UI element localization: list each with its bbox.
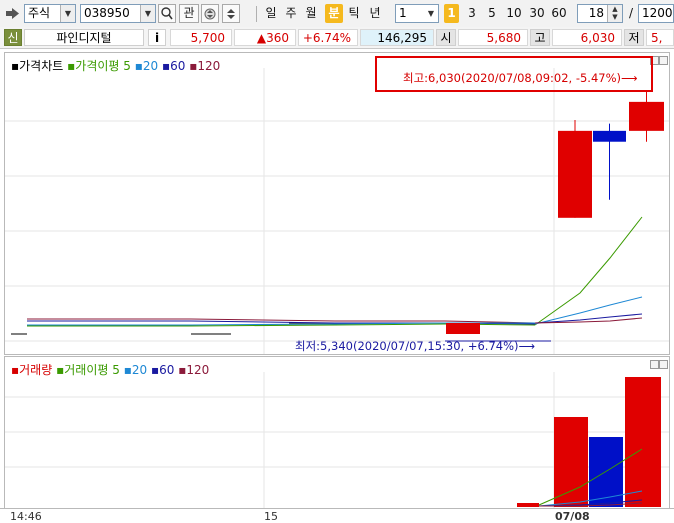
volume-chart-panel[interactable]: ▪거래량 ▪거래이평 5 ▪20 ▪60 ▪120	[4, 356, 670, 509]
total-count-value: 1200	[642, 6, 673, 20]
high-annotation-text: 최고:6,030(2020/07/08,09:02, -5.47%)⟶	[403, 71, 638, 85]
high-label: 고	[530, 29, 550, 46]
x-axis-label: 15	[264, 510, 278, 523]
price-chart-svg: 최고:6,030(2020/07/08,09:02, -5.47%)⟶ 최저:5…	[5, 56, 669, 354]
sync-icon	[204, 8, 216, 20]
toolbar-separator	[256, 6, 257, 22]
low-label: 저	[624, 29, 644, 46]
tab-period-tick[interactable]: 틱	[346, 4, 362, 23]
open-label: 시	[436, 29, 456, 46]
up-down-arrows-icon	[227, 9, 235, 19]
stock-code-value: 038950	[84, 6, 130, 20]
sync-button[interactable]	[201, 4, 219, 23]
chevron-down-icon: ▼	[60, 5, 75, 22]
updown-stepper[interactable]	[222, 4, 240, 23]
price-change-pct: +6.74%	[298, 29, 358, 46]
candle-body	[629, 101, 664, 131]
interval-select[interactable]: 1 ▼	[395, 4, 439, 23]
info-button[interactable]: i	[148, 29, 166, 46]
x-axis-label: 07/08	[555, 510, 590, 523]
market-select-value: 주식	[28, 6, 51, 20]
x-axis: 14:46 15 07/08	[0, 508, 674, 523]
tab-period-year[interactable]: 년	[366, 4, 384, 23]
price-chart-panel[interactable]: ▪가격차트 ▪가격이평 5 ▪20 ▪60 ▪120 최고:6,030(2020…	[4, 52, 670, 355]
stock-code-input[interactable]: 038950 ▼	[80, 4, 156, 23]
search-button[interactable]	[158, 4, 176, 23]
open-price: 5,680	[458, 29, 528, 46]
count-value: 18	[588, 6, 604, 20]
total-count-input[interactable]: 1200	[638, 4, 674, 23]
market-select[interactable]: 주식 ▼	[24, 4, 76, 23]
volume-bar	[625, 377, 661, 507]
tab-period-week[interactable]: 주	[283, 4, 299, 23]
high-price: 6,030	[552, 29, 622, 46]
link-arrow-icon[interactable]	[6, 8, 20, 19]
low-price: 5,	[646, 29, 674, 46]
candle-body	[593, 130, 626, 142]
x-axis-label: 14:46	[10, 510, 42, 523]
low-candle	[446, 323, 480, 334]
preset-30min[interactable]: 30	[527, 4, 547, 23]
chevron-down-icon: ▼	[424, 5, 438, 22]
count-slash: /	[628, 6, 634, 20]
preset-5min[interactable]: 5	[485, 4, 499, 23]
volume-bar	[589, 437, 623, 507]
search-icon	[161, 7, 173, 20]
preset-3min[interactable]: 3	[465, 4, 479, 23]
trade-volume: 146,295	[360, 29, 434, 46]
count-stepper[interactable]: 18 ▲ ▼	[577, 4, 623, 23]
current-price: 5,700	[170, 29, 232, 46]
interest-button[interactable]: 관	[179, 4, 199, 23]
tab-period-month[interactable]: 월	[303, 4, 319, 23]
tab-period-day[interactable]: 일	[263, 4, 279, 23]
candle-body	[558, 130, 592, 218]
tab-period-minute[interactable]: 분	[325, 4, 343, 23]
chevron-down-icon: ▼	[140, 5, 155, 22]
interval-select-value: 1	[399, 6, 407, 20]
volume-chart-svg	[5, 372, 669, 508]
quote-bar: 신 파인디지털 i 5,700 ▲360 +6.74% 146,295 시 5,…	[0, 27, 674, 49]
new-badge: 신	[4, 29, 22, 46]
price-change: ▲360	[234, 29, 296, 46]
toolbar: 주식 ▼ 038950 ▼ 관 일 주 월 분 틱 년 1 ▼ 1 3 5 10…	[0, 0, 674, 28]
spin-arrows-icon[interactable]: ▲ ▼	[607, 5, 622, 22]
preset-1min[interactable]: 1	[444, 4, 459, 23]
preset-60min[interactable]: 60	[549, 4, 569, 23]
volume-bar	[554, 417, 588, 507]
low-annotation-text: 최저:5,340(2020/07/07,15:30, +6.74%)⟶	[295, 339, 535, 353]
ma5-rising	[534, 216, 643, 326]
volume-bar	[517, 503, 539, 507]
preset-10min[interactable]: 10	[504, 4, 524, 23]
stock-name[interactable]: 파인디지털	[24, 29, 144, 46]
